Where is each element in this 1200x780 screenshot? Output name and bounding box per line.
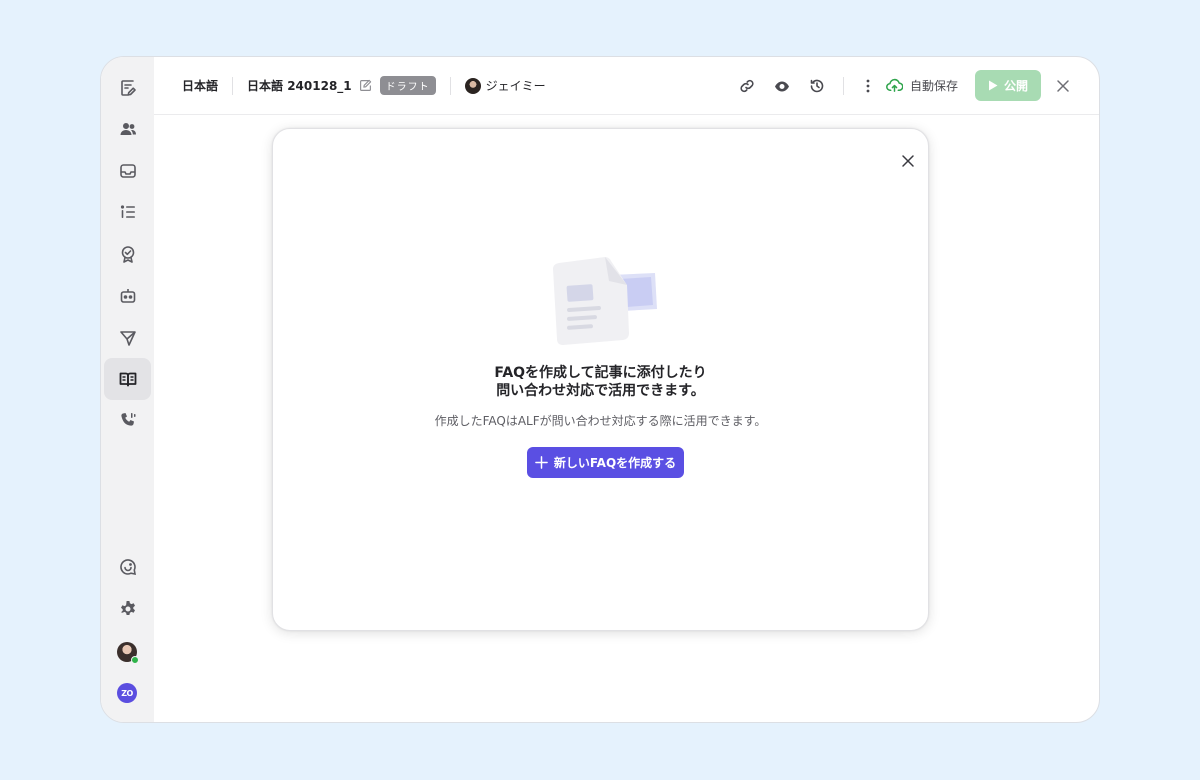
gear-icon: [120, 601, 135, 615]
empty-state-title-line1: FAQを作成して記事に添付したり: [494, 365, 707, 381]
sidebar-item-settings[interactable]: [104, 588, 151, 630]
link-icon: [740, 79, 754, 92]
book-icon: [119, 372, 136, 387]
publish-label: 公開: [1003, 79, 1028, 93]
sidebar-item-bot[interactable]: [104, 275, 151, 317]
close-icon: [1057, 79, 1069, 92]
status-badge: ドラフト: [379, 76, 436, 95]
badge-check-icon: [121, 246, 134, 263]
create-faq-label: 新しいFAQを作成する: [553, 456, 677, 470]
sidebar-item-articles[interactable]: [104, 358, 151, 400]
divider: [232, 76, 234, 95]
main-content: 日本語 日本語 240128_1 ドラフト ジェイミー 自動保存 公開 FAQを…: [154, 57, 1099, 722]
user-avatar[interactable]: [117, 642, 139, 664]
eye-icon: [774, 81, 789, 91]
bot-icon: [120, 289, 135, 303]
more-vertical-icon: [866, 79, 870, 92]
empty-state-title: FAQを作成して記事に添付したり 問い合わせ対応で活用できます。: [273, 364, 928, 400]
online-status-dot: [131, 656, 139, 664]
close-editor-button[interactable]: [1049, 72, 1077, 100]
history-button[interactable]: [803, 72, 831, 100]
sidebar-item-list[interactable]: [104, 191, 151, 233]
sidebar-item-phone[interactable]: [104, 399, 151, 441]
sidebar-item-send[interactable]: [104, 317, 151, 359]
author-avatar: [464, 77, 481, 94]
preview-button[interactable]: [768, 72, 796, 100]
close-icon: [902, 155, 914, 167]
pencil-icon: [359, 79, 371, 91]
sidebar-item-badge[interactable]: [104, 233, 151, 275]
autosave-label: 自動保存: [909, 79, 958, 93]
more-options-button[interactable]: [854, 72, 882, 100]
sidebar: ZO: [101, 57, 154, 722]
brand-logo[interactable]: ZO: [117, 683, 137, 703]
history-icon: [810, 79, 824, 92]
editor-topbar: 日本語 日本語 240128_1 ドラフト ジェイミー 自動保存 公開: [154, 57, 1099, 115]
list-icon: [120, 205, 135, 218]
empty-state-description: 作成したFAQはALFが問い合わせ対応する際に活用できます。: [434, 414, 767, 428]
doc-title: 日本語 240128_1: [247, 79, 352, 93]
compose-icon: [120, 80, 136, 96]
cloud-upload-icon: [886, 78, 903, 92]
empty-state-title-line2: 問い合わせ対応で活用できます。: [496, 383, 705, 399]
divider: [449, 76, 451, 95]
empty-document-illustration: [553, 257, 657, 345]
support-icon: [119, 559, 136, 576]
author[interactable]: ジェイミー: [464, 77, 546, 94]
send-icon: [119, 331, 136, 346]
author-name: ジェイミー: [485, 79, 546, 93]
copy-link-button[interactable]: [733, 72, 761, 100]
language-label[interactable]: 日本語: [182, 77, 218, 94]
sidebar-item-compose[interactable]: [104, 67, 151, 109]
phone-icon: [120, 413, 135, 426]
modal-close-button[interactable]: [894, 147, 922, 175]
app-window: ZO 日本語 日本語 240128_1 ドラフト ジェイミー 自動保存 公開 F…: [100, 56, 1100, 723]
inbox-icon: [119, 164, 136, 178]
play-icon: [988, 80, 998, 91]
plus-icon: [535, 456, 548, 469]
publish-button[interactable]: 公開: [975, 70, 1041, 101]
sidebar-item-users[interactable]: [104, 108, 151, 150]
edit-title-button[interactable]: [359, 79, 372, 92]
users-icon: [120, 123, 136, 135]
sidebar-item-support[interactable]: [104, 546, 151, 588]
divider: [842, 76, 844, 95]
sidebar-item-inbox[interactable]: [104, 150, 151, 192]
create-faq-button[interactable]: 新しいFAQを作成する: [527, 447, 684, 478]
autosave-status: 自動保存: [886, 77, 958, 94]
faq-modal: FAQを作成して記事に添付したり 問い合わせ対応で活用できます。 作成したFAQ…: [272, 128, 929, 631]
